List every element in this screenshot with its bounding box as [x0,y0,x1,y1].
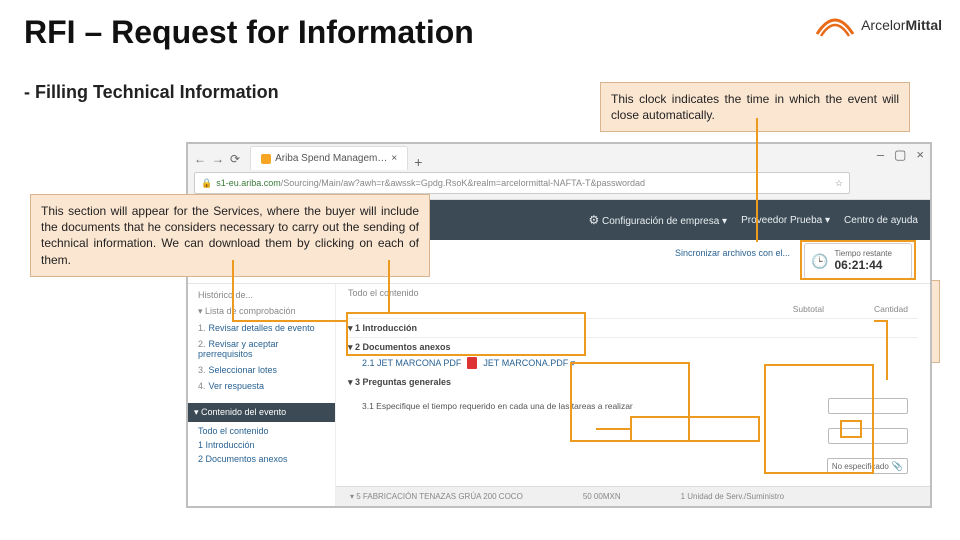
pdf-icon [467,357,477,369]
subtitle: - Filling Technical Information [24,82,279,103]
url-path: /Sourcing/Main/aw?awh=r&awssk=Gpdg.RsoK&… [281,178,645,188]
forward-icon[interactable]: → [212,152,224,166]
brand-logo: ArcelorMittal [815,12,942,38]
refresh-icon[interactable]: ⟳ [230,152,240,166]
breadcrumb: Todo el contenido [348,288,918,298]
company-settings[interactable]: ⚙ Configuración de empresa ▾ [588,213,727,227]
window-close-icon[interactable]: × [916,147,924,163]
sidebar-event-header[interactable]: ▾ Contenido del evento [188,403,335,422]
doc-file-link[interactable]: JET MARCONA.PDF ▾ [483,358,575,369]
window-min-icon[interactable]: – [877,147,884,163]
page-title: RFI – Request for Information [24,14,474,51]
gear-icon: ⚙ [588,213,599,227]
sidebar-ev-item[interactable]: 2 Documentos anexos [198,454,325,464]
connector [886,320,888,380]
note-documents: This section will appear for the Service… [30,194,430,277]
help-link[interactable]: Centro de ayuda [844,215,918,226]
arc-icon [815,12,855,38]
sync-link[interactable]: Sincronizar archivos con el... [675,248,790,258]
sidebar-item[interactable]: 4.Ver respuesta [198,381,325,391]
address-bar[interactable]: 🔒 s1-eu.ariba.com /Sourcing/Main/aw?awh=… [194,172,850,194]
col-qty: Cantidad [874,304,908,314]
sidebar-ev-item[interactable]: 1 Introducción [198,440,325,450]
col-subtotal: Subtotal [793,304,824,314]
sidebar-checklist-header[interactable]: ▾ Lista de comprobación [198,306,325,317]
connector [232,260,234,320]
tab-close-icon[interactable]: × [391,153,397,164]
sidebar-item[interactable]: 3.Seleccionar lotes [198,365,325,375]
connector [388,260,390,312]
connector [756,118,758,242]
sidebar-item[interactable]: 2.Revisar y aceptar prerrequisitos [198,339,325,359]
window-max-icon[interactable]: ▢ [894,147,906,163]
highlight-question [570,362,690,442]
browser-chrome: ← → ⟳ Ariba Spend Managem… × + 🔒 s1-eu.a… [188,144,930,200]
highlight-clock [800,240,916,280]
attach-icon[interactable]: 📎 [892,461,903,472]
sidebar-history[interactable]: Histórico de... [198,290,325,300]
tab-title: Ariba Spend Managem… [275,153,387,164]
browser-tab[interactable]: Ariba Spend Managem… × [250,146,408,170]
favicon-icon [261,154,271,164]
supplier-name[interactable]: Proveedor Prueba ▾ [741,215,830,226]
footer-row: ▾ 5 FABRICACIÓN TENAZAS GRÚA 200 COCO 50… [336,486,930,506]
note-clock: This clock indicates the time in which t… [600,82,910,132]
brand-text: ArcelorMittal [861,17,942,33]
new-tab-icon[interactable]: + [414,154,422,170]
highlight-docs [346,312,586,356]
sidebar-ev-item[interactable]: Todo el contenido [198,426,325,436]
highlight-clip-icon [840,420,862,438]
url-host: s1-eu.ariba.com [216,178,281,188]
footer-item[interactable]: ▾ 5 FABRICACIÓN TENAZAS GRÚA 200 COCO [350,492,523,501]
bookmark-icon[interactable]: ☆ [835,178,843,189]
sidebar: Histórico de... ▾ Lista de comprobación … [188,284,336,506]
lock-icon: 🔒 [201,178,212,189]
back-icon[interactable]: ← [194,152,206,166]
footer-qty: 1 Unidad de Serv./Suministro [681,492,784,501]
sidebar-item[interactable]: 1.Revisar detalles de evento [198,323,325,333]
highlight-answers [764,364,874,474]
connector [232,320,346,322]
footer-subtotal: 50 00MXN [583,492,621,501]
